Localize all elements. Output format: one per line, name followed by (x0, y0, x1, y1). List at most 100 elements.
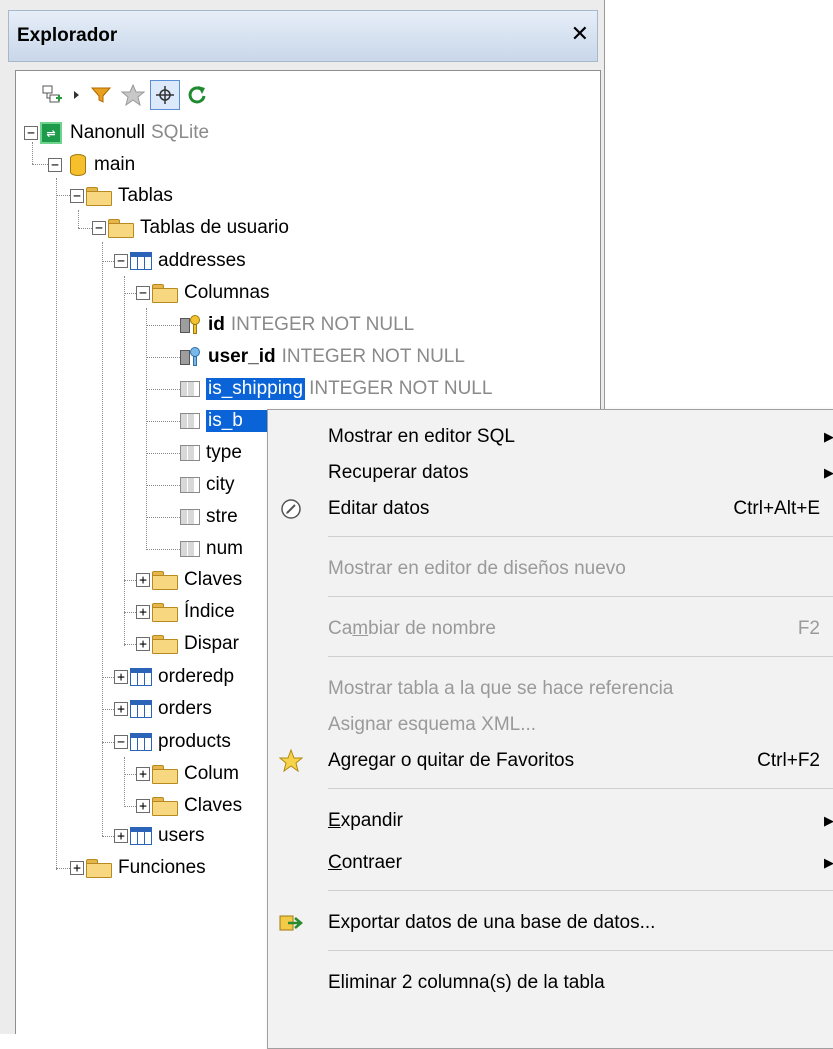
menu-shortcut: F2 (797, 618, 820, 639)
tree-node-functions[interactable]: + Funciones (70, 853, 206, 883)
menu-shortcut: Ctrl+F2 (757, 750, 820, 771)
collapse-icon[interactable]: − (48, 158, 62, 172)
tree-node-products-keys[interactable]: + Claves (136, 791, 242, 821)
context-menu: Mostrar en editor SQL ▶ Recuperar datos … (267, 409, 833, 1049)
sqlite-connection-icon: ⇌ (40, 122, 62, 144)
column-name: num (206, 538, 243, 559)
tree-node-addresses[interactable]: − addresses (114, 246, 246, 276)
folder-icon (108, 219, 134, 238)
column-name: user_id (208, 346, 276, 367)
menu-item-show-in-sql-editor[interactable]: Mostrar en editor SQL ▶ (268, 420, 833, 454)
folder-icon (86, 859, 112, 878)
node-label: orderedp (158, 666, 235, 687)
node-label: Claves (184, 795, 243, 816)
folder-icon (152, 797, 178, 816)
tree-node-column-city[interactable]: city (180, 470, 235, 500)
menu-label: Contraer (328, 852, 402, 873)
tree-node-orderedp[interactable]: + orderedp (114, 662, 234, 692)
tree-node-column-user-id[interactable]: user_id INTEGER NOT NULL (180, 342, 465, 372)
expand-icon[interactable]: + (136, 799, 150, 813)
column-name: type (206, 442, 242, 463)
collapse-icon[interactable]: − (114, 254, 128, 268)
expand-icon[interactable]: + (136, 573, 150, 587)
collapse-icon[interactable]: − (136, 286, 150, 300)
node-label: Columnas (184, 282, 270, 303)
tree-node-column-type[interactable]: type (180, 438, 242, 468)
column-type: INTEGER NOT NULL (281, 346, 465, 367)
column-name: stre (206, 506, 238, 527)
tree-node-column-number[interactable]: num (180, 534, 243, 564)
submenu-arrow-icon: ▶ (824, 429, 833, 444)
tree-node-connection[interactable]: − ⇌ Nanonull SQLite (24, 118, 209, 148)
tree-node-users[interactable]: + users (114, 821, 204, 851)
expand-icon[interactable]: + (114, 702, 128, 716)
dropdown-arrow-icon[interactable] (70, 80, 84, 110)
expand-icon[interactable]: + (136, 605, 150, 619)
node-label: users (158, 825, 205, 846)
menu-label: Recuperar datos (328, 462, 469, 483)
menu-item-show-in-design-editor[interactable]: Mostrar en editor de diseños nuevo (268, 552, 833, 586)
menu-item-delete-columns[interactable]: Eliminar 2 columna(s) de la tabla (268, 966, 833, 1000)
node-label: addresses (158, 250, 246, 271)
menu-separator (328, 656, 833, 657)
column-icon (180, 509, 200, 525)
node-label: Funciones (118, 857, 206, 878)
folder-icon (152, 635, 178, 654)
table-icon (130, 700, 152, 718)
menu-label: Asignar esquema XML... (328, 714, 537, 735)
tree-node-triggers[interactable]: + Dispar (136, 629, 239, 659)
menu-label: Expandir (328, 810, 404, 831)
add-connection-icon[interactable] (38, 80, 68, 110)
menu-item-edit-data[interactable]: Editar datos Ctrl+Alt+E (268, 492, 833, 526)
node-label: orders (158, 698, 212, 719)
folder-icon (152, 284, 178, 303)
locate-crosshair-icon[interactable] (150, 80, 180, 110)
tree-node-products-columns[interactable]: + Colum (136, 759, 239, 789)
tree-node-products[interactable]: − products (114, 727, 231, 757)
filter-icon[interactable] (86, 80, 116, 110)
node-label: Índice (184, 601, 235, 622)
menu-label: Exportar datos de una base de datos... (328, 912, 656, 933)
tree-node-orders[interactable]: + orders (114, 694, 212, 724)
menu-label: Eliminar 2 columna(s) de la tabla (328, 972, 605, 993)
expand-icon[interactable]: + (70, 861, 84, 875)
expand-icon[interactable]: + (136, 637, 150, 651)
menu-item-show-referenced-table[interactable]: Mostrar tabla a la que se hace referenci… (268, 672, 833, 706)
expand-icon[interactable]: + (114, 829, 128, 843)
favorites-star-icon[interactable] (118, 80, 148, 110)
tree-node-user-tables[interactable]: − Tablas de usuario (92, 213, 289, 243)
node-type: SQLite (151, 122, 210, 143)
column-icon (180, 477, 200, 493)
expand-icon[interactable]: + (114, 670, 128, 684)
tree-node-columns-folder[interactable]: − Columnas (136, 278, 270, 308)
table-icon (130, 668, 152, 686)
tree-node-tablas[interactable]: − Tablas (70, 181, 173, 211)
menu-label: Editar datos (328, 498, 430, 519)
node-label: Tablas de usuario (140, 217, 289, 238)
menu-item-retrieve-data[interactable]: Recuperar datos ▶ (268, 456, 833, 490)
database-icon (70, 154, 86, 176)
tree-node-keys[interactable]: + Claves (136, 565, 242, 595)
menu-item-collapse[interactable]: Contraer ▶ (268, 846, 833, 880)
tree-node-column-street[interactable]: stre (180, 502, 238, 532)
refresh-icon[interactable] (182, 80, 212, 110)
tree-node-column-id[interactable]: id INTEGER NOT NULL (180, 310, 414, 340)
menu-item-expand[interactable]: Expandir ▶ (268, 804, 833, 838)
menu-item-assign-xml-schema[interactable]: Asignar esquema XML... (268, 708, 833, 742)
menu-item-toggle-favorites[interactable]: Agregar o quitar de Favoritos Ctrl+F2 (268, 744, 833, 778)
menu-item-rename[interactable]: Cambiar de nombre F2 (268, 612, 833, 646)
tree-node-main[interactable]: − main (48, 150, 135, 180)
favorite-star-icon (278, 748, 304, 774)
table-icon (130, 733, 152, 751)
close-icon[interactable]: ✕ (571, 21, 589, 47)
menu-separator (328, 788, 833, 789)
collapse-icon[interactable]: − (70, 189, 84, 203)
expand-icon[interactable]: + (136, 767, 150, 781)
collapse-icon[interactable]: − (114, 735, 128, 749)
menu-item-export-data[interactable]: Exportar datos de una base de datos... (268, 906, 833, 940)
collapse-icon[interactable]: − (24, 126, 38, 140)
collapse-icon[interactable]: − (92, 221, 106, 235)
foreign-key-icon (180, 347, 202, 367)
tree-node-indexes[interactable]: + Índice (136, 597, 235, 627)
tree-node-column-is-shipping[interactable]: is_shipping INTEGER NOT NULL (180, 374, 492, 404)
